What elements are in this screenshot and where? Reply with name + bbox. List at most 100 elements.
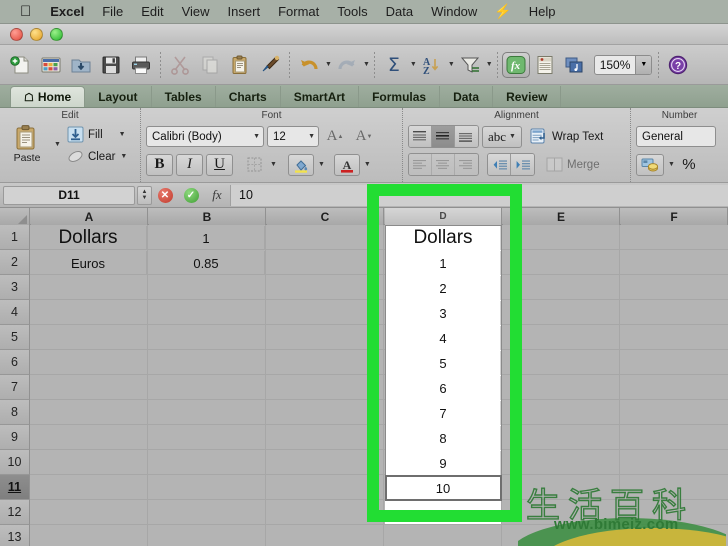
- zoom-dropdown-icon[interactable]: ▼: [635, 55, 652, 74]
- tab-formulas[interactable]: Formulas: [359, 86, 441, 107]
- chevron-down-icon[interactable]: ▼: [308, 133, 315, 140]
- menu-item-edit[interactable]: Edit: [132, 0, 172, 24]
- confirm-entry-button[interactable]: ✓: [178, 187, 204, 203]
- cell-B2[interactable]: 0.85: [148, 251, 265, 275]
- cell-A2[interactable]: Euros: [30, 251, 147, 275]
- close-button[interactable]: [10, 28, 23, 41]
- tab-review[interactable]: Review: [493, 86, 562, 107]
- merge-button[interactable]: Merge: [546, 157, 600, 172]
- copy-icon[interactable]: [195, 49, 225, 81]
- tab-smartart[interactable]: SmartArt: [281, 86, 360, 107]
- menu-item-tools[interactable]: Tools: [328, 0, 376, 24]
- menu-item-excel[interactable]: Excel: [41, 0, 93, 24]
- filter-icon[interactable]: [455, 49, 485, 81]
- number-format-combo[interactable]: General: [636, 126, 716, 147]
- clear-dropdown-icon[interactable]: ▼: [120, 153, 127, 160]
- row-header-10[interactable]: 10: [0, 450, 30, 475]
- row-header-8[interactable]: 8: [0, 400, 30, 425]
- open-folder-icon[interactable]: [66, 49, 96, 81]
- row-header-1[interactable]: 1: [0, 225, 30, 250]
- bold-button[interactable]: B: [146, 153, 173, 176]
- align-top-icon[interactable]: [409, 126, 432, 147]
- row-header-7[interactable]: 7: [0, 375, 30, 400]
- row-header-13[interactable]: 13: [0, 525, 30, 546]
- autosum-icon[interactable]: Σ: [379, 49, 409, 81]
- fill-button[interactable]: Fill ▼: [67, 126, 127, 143]
- menu-item-view[interactable]: View: [173, 0, 219, 24]
- orientation-dropdown-icon[interactable]: ▼: [509, 133, 516, 140]
- font-color-dropdown-icon[interactable]: ▼: [364, 161, 371, 168]
- column-header-e[interactable]: E: [503, 208, 620, 225]
- percent-style-button[interactable]: %: [678, 154, 700, 176]
- redo-dropdown-icon[interactable]: ▼: [363, 61, 370, 68]
- menu-item-window[interactable]: Window: [422, 0, 486, 24]
- currency-dropdown-icon[interactable]: ▼: [668, 161, 675, 168]
- help-icon[interactable]: ?: [663, 49, 693, 81]
- cell-B1[interactable]: 1: [148, 226, 265, 250]
- formula-builder-button[interactable]: fx: [204, 187, 230, 203]
- borders-dropdown-icon[interactable]: ▼: [270, 161, 277, 168]
- column-header-a[interactable]: A: [31, 208, 148, 225]
- select-all-corner[interactable]: [0, 208, 30, 225]
- column-header-b[interactable]: B: [149, 208, 266, 225]
- fill-color-dropdown-icon[interactable]: ▼: [318, 161, 325, 168]
- grow-font-button[interactable]: A ▲: [322, 126, 348, 148]
- column-header-d[interactable]: D: [385, 208, 502, 225]
- currency-icon[interactable]: [636, 153, 664, 176]
- format-painter-icon[interactable]: [255, 49, 285, 81]
- menu-item-data[interactable]: Data: [377, 0, 422, 24]
- clear-button[interactable]: Clear ▼: [67, 148, 127, 165]
- increase-indent-icon[interactable]: [511, 154, 534, 175]
- column-header-f[interactable]: F: [621, 208, 728, 225]
- align-middle-icon[interactable]: [432, 126, 455, 147]
- name-box-stepper[interactable]: ▲ ▼: [137, 185, 152, 205]
- paste-button[interactable]: Paste: [5, 124, 49, 165]
- filter-dropdown-icon[interactable]: ▼: [486, 61, 493, 68]
- tab-layout[interactable]: Layout: [85, 86, 152, 107]
- apple-logo-icon[interactable]: : [18, 1, 41, 23]
- new-document-icon[interactable]: [6, 49, 36, 81]
- font-size-combo[interactable]: 12 ▼: [267, 126, 319, 147]
- tab-home[interactable]: ☖ Home: [10, 86, 86, 107]
- undo-icon[interactable]: [294, 49, 324, 81]
- font-family-combo[interactable]: Calibri (Body) ▼: [146, 126, 264, 147]
- maximize-button[interactable]: [50, 28, 63, 41]
- row-header-6[interactable]: 6: [0, 350, 30, 375]
- borders-icon[interactable]: [242, 154, 266, 176]
- paste-icon[interactable]: [225, 49, 255, 81]
- sort-dropdown-icon[interactable]: ▼: [448, 61, 455, 68]
- underline-button[interactable]: U: [206, 153, 233, 176]
- sort-icon[interactable]: A Z: [417, 49, 447, 81]
- fill-color-icon[interactable]: [287, 153, 314, 176]
- tab-tables[interactable]: Tables: [152, 86, 216, 107]
- chevron-down-icon[interactable]: ▼: [253, 133, 260, 140]
- minimize-button[interactable]: [30, 28, 43, 41]
- redo-icon[interactable]: [332, 49, 362, 81]
- undo-dropdown-icon[interactable]: ▼: [325, 61, 332, 68]
- row-header-5[interactable]: 5: [0, 325, 30, 350]
- toolbox-icon[interactable]: [530, 49, 560, 81]
- shrink-font-button[interactable]: A ▼: [351, 126, 377, 148]
- row-header-12[interactable]: 12: [0, 500, 30, 525]
- align-center-icon[interactable]: [432, 154, 455, 175]
- open-template-icon[interactable]: [36, 49, 66, 81]
- orientation-button[interactable]: abc ▼: [482, 125, 522, 148]
- wrap-text-button[interactable]: Wrap Text: [530, 127, 603, 146]
- row-header-11[interactable]: 11: [0, 475, 30, 500]
- decrease-indent-icon[interactable]: [488, 154, 511, 175]
- formula-builder-icon[interactable]: fx: [501, 51, 530, 78]
- menu-item-help[interactable]: Help: [520, 0, 565, 24]
- print-icon[interactable]: [126, 49, 156, 81]
- menu-item-file[interactable]: File: [93, 0, 132, 24]
- tab-data[interactable]: Data: [440, 86, 494, 107]
- row-header-4[interactable]: 4: [0, 300, 30, 325]
- cancel-entry-button[interactable]: ✕: [152, 187, 178, 203]
- paste-dropdown-icon[interactable]: ▼: [54, 141, 61, 148]
- fill-dropdown-icon[interactable]: ▼: [119, 131, 126, 138]
- align-bottom-icon[interactable]: [455, 126, 478, 147]
- cut-icon[interactable]: [165, 49, 195, 81]
- cell-A1[interactable]: Dollars: [30, 226, 147, 250]
- menu-item-insert[interactable]: Insert: [219, 0, 270, 24]
- font-color-icon[interactable]: A: [333, 153, 360, 176]
- row-header-9[interactable]: 9: [0, 425, 30, 450]
